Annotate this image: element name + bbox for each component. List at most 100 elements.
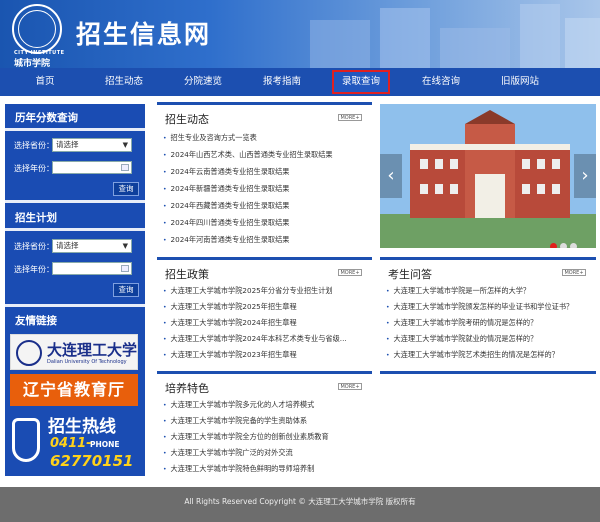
bullet-icon: • <box>163 336 167 343</box>
list-item[interactable]: • 2024年新疆普通类专业招生录取结果 <box>163 184 289 194</box>
admission-news-panel: 招生动态 MORE+ • 招生专业及咨询方式一览表 • 2024年山西艺术类、山西普… <box>157 102 372 250</box>
education-dept-label: 辽宁省教育厅 <box>22 380 125 399</box>
list-item[interactable]: • 大连理工大学城市学院考研的情况是怎样的？ <box>386 318 537 328</box>
list-item[interactable]: • 大连理工大学城市学院广泛的对外交流 <box>163 448 293 458</box>
list-item[interactable]: • 2024年四川普通类专业招生录取结果 <box>163 218 289 228</box>
more-button[interactable]: MORE+ <box>338 269 362 276</box>
list-item[interactable]: • 大连理工大学城市学院完备的学生资助体系 <box>163 416 307 426</box>
candidate-qa-panel: 考生问答 MORE+ • 大连理工大学城市学院是一所怎样的大学？ • 大连理工大学城… <box>380 257 596 365</box>
nav-admission-news[interactable]: 招生动态 <box>93 68 155 96</box>
nav-application-guide[interactable]: 报考指南 <box>251 68 313 96</box>
panel-title: 招生政策 <box>165 268 209 281</box>
list-item[interactable]: • 大连理工大学城市学院全方位的创新创业素质教育 <box>163 432 329 442</box>
calendar-icon[interactable] <box>121 164 129 171</box>
list-item[interactable]: • 大连理工大学城市学院2025年分省分专业招生计划 <box>163 286 333 296</box>
list-item[interactable]: • 大连理工大学城市学院特色鲜明的导师培养制 <box>163 464 314 474</box>
divider <box>5 128 145 131</box>
province-label: 选择省份： <box>14 242 54 251</box>
more-button[interactable]: MORE+ <box>338 383 362 390</box>
slider-next-chevron-right-icon[interactable]: › <box>574 154 596 198</box>
divider <box>5 228 145 231</box>
nav-old-site[interactable]: 旧版网站 <box>489 68 551 96</box>
history-province-select[interactable]: 请选择 ▼ <box>52 138 132 152</box>
list-item-text: 2024年四川普通类专业招生录取结果 <box>170 218 290 227</box>
plan-query-button[interactable]: 查询 <box>113 283 139 297</box>
list-item[interactable]: • 2024年西藏普通类专业招生录取结果 <box>163 201 289 211</box>
nav-admission-query[interactable]: 录取查询 <box>332 70 390 94</box>
slider-dot[interactable] <box>560 243 567 248</box>
select-value: 请选择 <box>56 140 79 149</box>
site-footer: All Rights Reserved Copyright © 大连理工大学城市… <box>0 487 600 522</box>
list-item-text: 大连理工大学城市学院广泛的对外交流 <box>170 448 293 457</box>
list-item-text: 2024年河南普通类专业招生录取结果 <box>170 235 290 244</box>
list-item[interactable]: • 2024年河南普通类专业招生录取结果 <box>163 235 289 245</box>
divider <box>5 304 145 307</box>
bullet-icon: • <box>163 288 167 295</box>
bullet-icon: • <box>163 434 167 441</box>
plan-year-input[interactable] <box>52 262 132 275</box>
year-label: 选择年份： <box>14 164 54 173</box>
year-label: 选择年份： <box>14 265 54 274</box>
admission-hotline: 招生热线 0411- PHONE 62770151 <box>10 410 140 474</box>
main-nav: 首页 招生动态 分院速览 报考指南 录取查询 在线咨询 旧版网站 <box>0 68 600 96</box>
list-item[interactable]: • 招生专业及咨询方式一览表 <box>163 133 257 143</box>
list-item-text: 2024年西藏普通类专业招生录取结果 <box>170 201 290 210</box>
history-query-button[interactable]: 查询 <box>113 182 139 196</box>
link-dalian-university[interactable]: 大连理工大学 Dalian University Of Technology <box>10 334 138 370</box>
hotline-phone-word: PHONE <box>90 440 120 449</box>
nav-departments[interactable]: 分院速览 <box>172 68 234 96</box>
bullet-icon: • <box>163 320 167 327</box>
link-liaoning-education[interactable]: 辽宁省教育厅 <box>10 374 138 406</box>
campus-image-slider[interactable]: ‹ › <box>380 104 596 248</box>
bullet-icon: • <box>386 304 390 311</box>
list-item[interactable]: • 大连理工大学城市学院2024年本科艺术类专业与省级... <box>163 334 347 344</box>
list-item[interactable]: • 大连理工大学城市学院就业的情况是怎样的？ <box>386 334 537 344</box>
dalian-name-cn: 大连理工大学 <box>47 341 138 359</box>
slider-prev-chevron-left-icon[interactable]: ‹ <box>380 154 402 198</box>
calendar-icon[interactable] <box>121 265 129 272</box>
list-item-text: 大连理工大学城市学院2025年分省分专业招生计划 <box>170 286 333 295</box>
bullet-icon: • <box>163 152 167 159</box>
list-item-text: 2024年新疆普通类专业招生录取结果 <box>170 184 290 193</box>
list-item[interactable]: • 大连理工大学城市学院2023年招生章程 <box>163 350 297 360</box>
dalian-name-en: Dalian University Of Technology <box>47 359 127 365</box>
chevron-down-icon: ▼ <box>122 141 128 149</box>
list-item[interactable]: • 大连理工大学城市学院2024年招生章程 <box>163 318 297 328</box>
plan-province-select[interactable]: 请选择 ▼ <box>52 239 132 253</box>
bullet-icon: • <box>163 220 167 227</box>
hotline-number: 62770151 <box>50 452 134 470</box>
bullet-icon: • <box>163 169 167 176</box>
list-item-text: 大连理工大学城市学院全方位的创新创业素质教育 <box>170 432 329 441</box>
history-year-input[interactable] <box>52 161 132 174</box>
list-item-text: 2024年山西艺术类、山西普通类专业招生录取结果 <box>170 150 333 159</box>
enrollment-plan-title: 招生计划 <box>15 212 57 224</box>
list-item[interactable]: • 2024年云南普通类专业招生录取结果 <box>163 167 289 177</box>
bullet-icon: • <box>386 288 390 295</box>
college-seal-logo[interactable] <box>12 4 62 54</box>
nav-online-consult[interactable]: 在线咨询 <box>410 68 472 96</box>
hotline-area-code: 0411- <box>50 436 92 451</box>
panel-title: 培养特色 <box>165 382 209 395</box>
select-value: 请选择 <box>56 241 79 250</box>
list-item-text: 大连理工大学城市学院2024年本科艺术类专业与省级... <box>170 334 347 343</box>
slider-dot[interactable] <box>550 243 557 248</box>
list-item[interactable]: • 2024年山西艺术类、山西普通类专业招生录取结果 <box>163 150 333 160</box>
slider-dots <box>550 235 580 248</box>
list-item[interactable]: • 大连理工大学城市学院是一所怎样的大学？ <box>386 286 530 296</box>
more-button[interactable]: MORE+ <box>562 269 586 276</box>
list-item[interactable]: • 大连理工大学城市学院颁发怎样的毕业证书和学位证书？ <box>386 302 573 312</box>
list-item-text: 大连理工大学城市学院颁发怎样的毕业证书和学位证书？ <box>393 302 574 311</box>
training-features-panel: 培养特色 MORE+ • 大连理工大学城市学院多元化的人才培养模式 • 大连理工大学… <box>157 371 372 479</box>
list-item[interactable]: • 大连理工大学城市学院2025年招生章程 <box>163 302 297 312</box>
history-score-title: 历年分数查询 <box>15 112 78 124</box>
more-button[interactable]: MORE+ <box>338 114 362 121</box>
slider-dot[interactable] <box>570 243 577 248</box>
bullet-icon: • <box>163 352 167 359</box>
nav-home[interactable]: 首页 <box>14 68 76 96</box>
campus-building-photo <box>380 104 596 248</box>
divider <box>5 200 145 203</box>
friendly-links-title: 友情链接 <box>15 315 57 327</box>
list-item[interactable]: • 大连理工大学城市学院艺术类招生的情况是怎样的？ <box>386 350 559 360</box>
list-item[interactable]: • 大连理工大学城市学院多元化的人才培养模式 <box>163 400 314 410</box>
list-item-text: 2024年云南普通类专业招生录取结果 <box>170 167 290 176</box>
